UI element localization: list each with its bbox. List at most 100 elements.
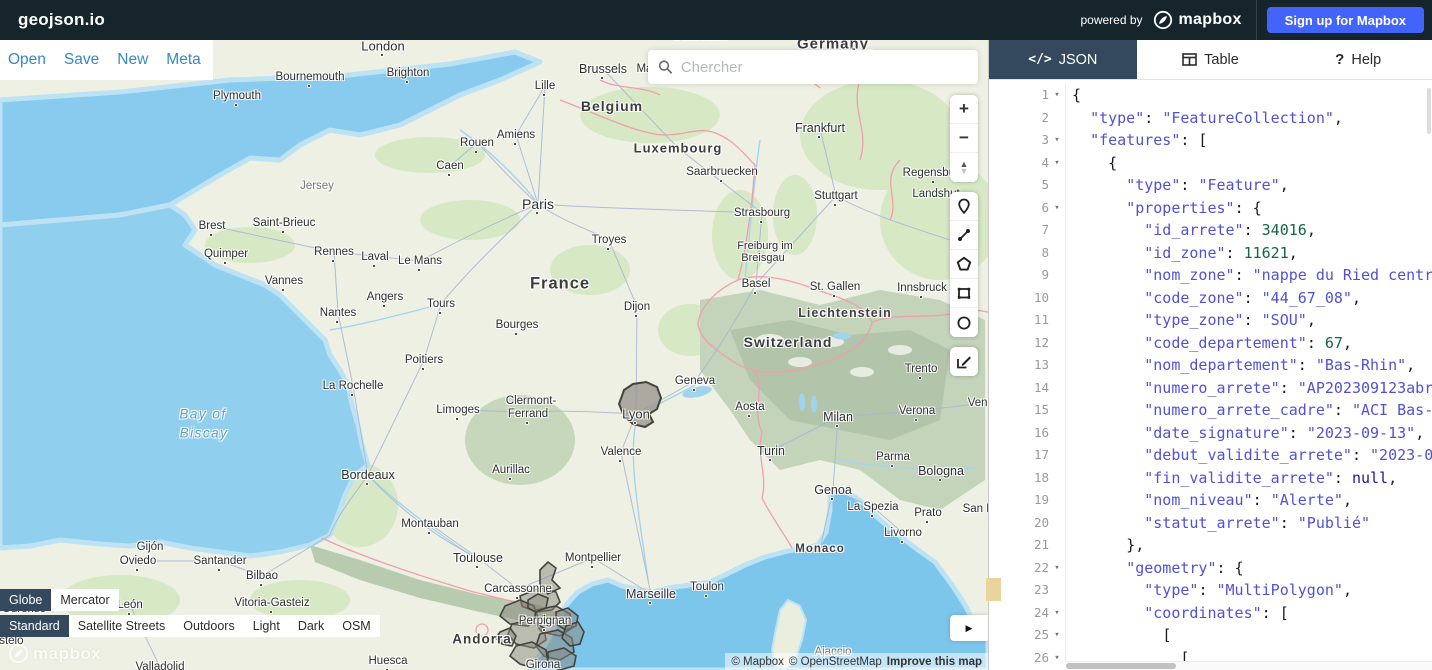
fold-arrow-icon[interactable]: ▾ [1049, 152, 1065, 175]
top-header: geojson.io powered by mapbox Sign up for… [0, 0, 1432, 40]
menubar: Open Save New Meta [0, 40, 213, 80]
search-box[interactable] [648, 50, 978, 84]
menu-item-open[interactable]: Open [8, 51, 46, 69]
projection-option-globe[interactable]: Globe [0, 589, 51, 611]
code-line: 22▾ "geometry": { [989, 557, 1432, 580]
fold-arrow-icon [1049, 579, 1065, 602]
mapbox-map-logo-icon [8, 643, 29, 664]
style-option-dark[interactable]: Dark [289, 615, 333, 637]
line-number: 12 [989, 332, 1049, 355]
fold-arrow-icon [1049, 174, 1065, 197]
marker-tool-button[interactable] [950, 192, 978, 221]
panel-collapse-button[interactable]: ▶ [950, 615, 988, 641]
fold-arrow-icon[interactable]: ▾ [1049, 557, 1065, 580]
compass-button[interactable]: ▲▼ [950, 153, 978, 182]
line-number: 1 [989, 84, 1049, 107]
mapbox-logo[interactable]: mapbox [1153, 10, 1242, 30]
menu-item-new[interactable]: New [117, 51, 148, 69]
style-option-standard[interactable]: Standard [0, 615, 69, 637]
json-editor[interactable]: 1▾{2 "type": "FeatureCollection",3▾ "fea… [989, 80, 1432, 670]
fold-arrow-icon [1049, 444, 1065, 467]
style-option-outdoors[interactable]: Outdoors [174, 615, 243, 637]
fold-arrow-icon [1049, 242, 1065, 265]
code-line: 4▾ { [989, 152, 1432, 175]
map-canvas[interactable]: DusseldorfGermanyJenaLondonBournemouthBr… [0, 40, 988, 670]
fold-arrow-icon [1049, 467, 1065, 490]
fold-arrow-icon [1049, 489, 1065, 512]
menu-item-save[interactable]: Save [64, 51, 99, 69]
attribution-osm-link[interactable]: © OpenStreetMap [789, 656, 882, 668]
code-line: 25▾ [ [989, 624, 1432, 647]
search-icon [658, 59, 673, 75]
code-icon: </> [1028, 52, 1051, 67]
fold-arrow-icon [1049, 107, 1065, 130]
code-line: 17 "debut_validite_arrete": "2023-09 [989, 444, 1432, 467]
line-number: 16 [989, 422, 1049, 445]
improve-map-link[interactable]: Improve this map [887, 656, 982, 668]
fold-arrow-icon[interactable]: ▾ [1049, 647, 1065, 670]
zoom-in-button[interactable]: + [950, 95, 978, 124]
line-number: 14 [989, 377, 1049, 400]
code-line: 23 "type": "MultiPolygon", [989, 579, 1432, 602]
line-number: 4 [989, 152, 1049, 175]
polygon-tool-button[interactable] [950, 250, 978, 279]
code-line: 13 "nom_departement": "Bas-Rhin", [989, 354, 1432, 377]
mapbox-logo-icon [1153, 10, 1173, 30]
draw-toolbar [950, 192, 978, 337]
line-number: 19 [989, 489, 1049, 512]
attribution-mapbox-link[interactable]: © Mapbox [731, 656, 784, 668]
horizontal-scrollbar[interactable] [1065, 661, 1432, 670]
code-line: 16 "date_signature": "2023-09-13", [989, 422, 1432, 445]
fold-arrow-icon [1049, 512, 1065, 535]
edit-icon [956, 354, 972, 370]
fold-arrow-icon [1049, 377, 1065, 400]
edit-tool-button[interactable] [950, 347, 978, 376]
tab-help[interactable]: ?Help [1284, 40, 1432, 79]
rectangle-tool-button[interactable] [950, 279, 978, 308]
menu-item-meta[interactable]: Meta [166, 51, 200, 69]
code-line: 24▾ "coordinates": [ [989, 602, 1432, 625]
feature-polygon[interactable] [562, 622, 584, 646]
line-number: 9 [989, 264, 1049, 287]
line-number: 21 [989, 534, 1049, 557]
basemap-style-switcher: StandardSatellite StreetsOutdoorsLightDa… [0, 615, 380, 637]
code-line: 14 "numero_arrete": "AP202309123abro [989, 377, 1432, 400]
vertical-scrollbar[interactable] [1427, 88, 1431, 134]
fold-arrow-icon[interactable]: ▾ [1049, 129, 1065, 152]
line-number: 5 [989, 174, 1049, 197]
fold-arrow-icon[interactable]: ▾ [1049, 197, 1065, 220]
code-line: 8 "id_zone": 11621, [989, 242, 1432, 265]
search-input[interactable] [681, 59, 968, 76]
line-number: 7 [989, 219, 1049, 242]
tab-json[interactable]: </>JSON [989, 40, 1137, 79]
zoom-out-button[interactable]: − [950, 124, 978, 153]
code-line: 6▾ "properties": { [989, 197, 1432, 220]
signup-button[interactable]: Sign up for Mapbox [1267, 7, 1424, 33]
code-line: 10 "code_zone": "44_67_08", [989, 287, 1432, 310]
code-line: 1▾{ [989, 84, 1432, 107]
circle-tool-icon [956, 315, 972, 331]
mapbox-map-logo[interactable]: mapbox [8, 643, 101, 664]
fold-arrow-icon [1049, 309, 1065, 332]
code-line: 20 "statut_arrete": "Publié" [989, 512, 1432, 535]
powered-by-text: powered by [1080, 13, 1142, 27]
line-tool-icon [956, 227, 972, 243]
line-tool-button[interactable] [950, 221, 978, 250]
help-icon: ? [1335, 51, 1344, 68]
fold-arrow-icon[interactable]: ▾ [1049, 602, 1065, 625]
code-line: 2 "type": "FeatureCollection", [989, 107, 1432, 130]
style-option-light[interactable]: Light [244, 615, 289, 637]
basemap [0, 40, 988, 670]
horizontal-scrollbar-thumb[interactable] [1066, 663, 1176, 669]
code-line: 19 "nom_niveau": "Alerte", [989, 489, 1432, 512]
projection-option-mercator[interactable]: Mercator [51, 589, 118, 611]
map-attribution: © Mapbox © OpenStreetMap Improve this ma… [725, 653, 988, 670]
style-option-satellite-streets[interactable]: Satellite Streets [69, 615, 175, 637]
tab-table[interactable]: Table [1137, 40, 1285, 79]
fold-arrow-icon [1049, 399, 1065, 422]
fold-arrow-icon[interactable]: ▾ [1049, 624, 1065, 647]
code-line: 12 "code_departement": 67, [989, 332, 1432, 355]
fold-arrow-icon[interactable]: ▾ [1049, 84, 1065, 107]
circle-tool-button[interactable] [950, 308, 978, 337]
style-option-osm[interactable]: OSM [333, 615, 379, 637]
